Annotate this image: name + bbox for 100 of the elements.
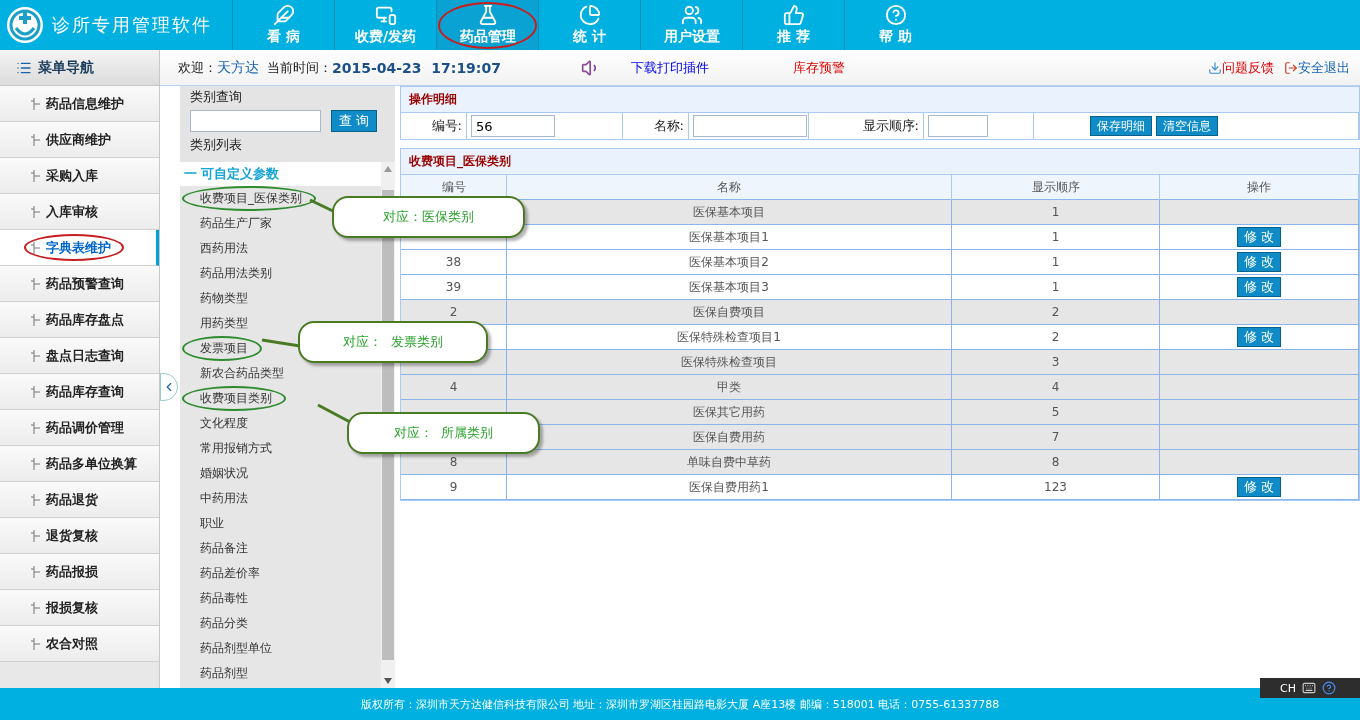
sidebar-item[interactable]: 药品报损 — [0, 554, 159, 590]
sidebar-item[interactable]: 盘点日志查询 — [0, 338, 159, 374]
table-cell: 医保其它用药 — [507, 400, 952, 425]
category-item[interactable]: 收费项目类别 — [180, 386, 286, 411]
category-item[interactable]: 药品剂型 — [180, 661, 262, 686]
table-cell: 8 — [952, 450, 1160, 475]
save-button[interactable]: 保存明细 — [1090, 116, 1152, 136]
scroll-down-icon[interactable] — [384, 678, 392, 684]
table-title: 收费项目_医保类别 — [401, 149, 1359, 175]
table-cell: 3 — [952, 350, 1160, 375]
edit-button[interactable]: 修 改 — [1237, 227, 1281, 247]
tree-line-icon — [28, 637, 40, 650]
sidebar-item[interactable]: 字典表维护 — [0, 230, 159, 266]
order-field[interactable] — [928, 115, 988, 137]
category-item[interactable]: 药品剂型单位 — [180, 636, 286, 661]
sidebar-item[interactable]: 入库审核 — [0, 194, 159, 230]
sidebar-item[interactable]: 药品库存盘点 — [0, 302, 159, 338]
pie-chart-icon — [578, 4, 601, 26]
sidebar-item[interactable]: 药品退货 — [0, 482, 159, 518]
feedback-icon — [1208, 60, 1222, 75]
list-title: 类别列表 — [190, 136, 243, 154]
name-field[interactable] — [693, 115, 807, 137]
annotation-callout: 对应： 发票类别 — [298, 321, 488, 363]
users-icon — [680, 4, 703, 26]
table-cell: 4 — [952, 375, 1160, 400]
category-item[interactable]: 文化程度 — [180, 411, 262, 436]
field-label: 编号: — [431, 117, 462, 135]
sidebar-item[interactable]: 退货复核 — [0, 518, 159, 554]
table-cell: 医保基本项目3 — [507, 275, 952, 300]
table-cell: 1 — [952, 200, 1160, 225]
stock-alert-link[interactable]: 库存预警 — [792, 58, 845, 77]
category-item[interactable]: 职业 — [180, 511, 238, 536]
computer-user-icon — [374, 4, 397, 26]
category-item[interactable]: 常用报销方式 — [180, 436, 286, 461]
column-header: 显示顺序 — [952, 175, 1160, 200]
category-item[interactable]: 药品差价率 — [180, 561, 274, 586]
tree-line-icon — [28, 313, 40, 326]
column-header: 操作 — [1160, 175, 1359, 200]
scroll-up-icon[interactable] — [384, 166, 392, 172]
logout-link[interactable]: 安全退出 — [1298, 58, 1350, 77]
category-item[interactable]: 收费项目_医保类别 — [180, 186, 316, 211]
time-label: 当前时间： — [267, 58, 332, 77]
edit-button[interactable]: 修 改 — [1237, 327, 1281, 347]
table-cell: 2 — [952, 325, 1160, 350]
sidebar-item[interactable]: 报损复核 — [0, 590, 159, 626]
category-item[interactable]: 药品毒性 — [180, 586, 262, 611]
table-cell: 医保基本项目2 — [507, 250, 952, 275]
annotation-callout: 对应：医保类别 — [332, 196, 525, 238]
table-cell: 39 — [401, 275, 507, 300]
welcome-label: 欢迎： — [178, 58, 217, 77]
logout-icon — [1284, 60, 1298, 75]
annotation-callout: 对应： 所属类别 — [347, 412, 540, 454]
tree-line-icon — [28, 277, 40, 290]
table-cell: 7 — [952, 425, 1160, 450]
table-cell: 38 — [401, 250, 507, 275]
tree-line-icon — [28, 421, 40, 434]
field-label: 显示顺序: — [862, 117, 919, 135]
category-item[interactable]: 药品分类 — [180, 611, 262, 636]
category-item[interactable]: 药品生产厂家 — [180, 211, 286, 236]
sidebar-item[interactable]: 供应商维护 — [0, 122, 159, 158]
sidebar-item[interactable]: 药品多单位换算 — [0, 446, 159, 482]
table-cell: 甲类 — [507, 375, 952, 400]
download-plugin-link[interactable]: 下载打印插件 — [630, 58, 709, 77]
category-item[interactable]: 用药类型 — [180, 311, 262, 336]
collapse-button[interactable] — [160, 373, 178, 401]
feedback-link[interactable]: 问题反馈 — [1222, 58, 1274, 77]
category-item[interactable]: 婚姻状况 — [180, 461, 262, 486]
category-item[interactable]: 药品备注 — [180, 536, 262, 561]
tree-line-icon — [28, 529, 40, 542]
category-item[interactable]: 西药用法 — [180, 236, 262, 261]
category-search-field[interactable] — [190, 110, 321, 132]
sidebar-item[interactable]: 药品调价管理 — [0, 410, 159, 446]
search-button[interactable]: 查 询 — [331, 110, 377, 132]
table-cell: 医保自费项目 — [507, 300, 952, 325]
id-field[interactable]: 56 — [471, 115, 555, 137]
tree-line-icon — [28, 457, 40, 470]
clinic-logo — [6, 6, 44, 44]
sidebar-item[interactable]: 采购入库 — [0, 158, 159, 194]
sidebar-item[interactable]: 药品库存查询 — [0, 374, 159, 410]
category-item[interactable]: 新农合药品类型 — [180, 361, 298, 386]
edit-button[interactable]: 修 改 — [1237, 252, 1281, 272]
sidebar-item[interactable]: 药品预警查询 — [0, 266, 159, 302]
help-icon — [1321, 681, 1336, 695]
edit-button[interactable]: 修 改 — [1237, 277, 1281, 297]
table-cell: 医保特殊检查项目 — [507, 350, 952, 375]
sidebar-item[interactable]: 农合对照 — [0, 626, 159, 662]
category-item[interactable]: 中药用法 — [180, 486, 262, 511]
table-cell: 5 — [952, 400, 1160, 425]
category-item[interactable]: 发票项目 — [180, 336, 262, 361]
category-item[interactable]: 药品用法类别 — [180, 261, 286, 286]
table-cell: 1 — [952, 250, 1160, 275]
category-item[interactable]: 药物类型 — [180, 286, 262, 311]
edit-button[interactable]: 修 改 — [1237, 477, 1281, 497]
tree-line-icon — [28, 565, 40, 578]
table-cell: 1 — [952, 275, 1160, 300]
tree-line-icon — [28, 241, 40, 254]
sidebar-item[interactable]: 药品信息维护 — [0, 86, 159, 122]
clear-button[interactable]: 清空信息 — [1156, 116, 1218, 136]
table-cell: 4 — [401, 375, 507, 400]
table-cell: 9 — [401, 475, 507, 500]
